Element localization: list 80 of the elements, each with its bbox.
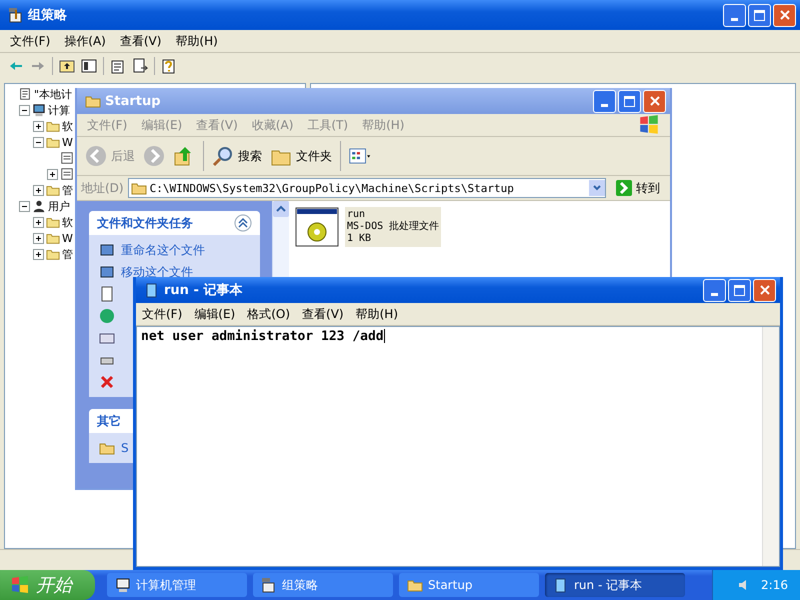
tree-item[interactable]: 管 <box>62 182 73 198</box>
folder-icon <box>46 231 60 245</box>
tree-item[interactable]: "本地计 <box>34 86 72 102</box>
tree-item[interactable]: W <box>62 232 73 244</box>
menu-item[interactable]: 编辑(E) <box>194 306 236 322</box>
taskbar-button[interactable]: 组策略 <box>253 573 393 597</box>
folder-icon <box>46 247 60 261</box>
window-title: Startup <box>105 94 161 108</box>
search-button[interactable]: 搜索 <box>212 145 262 167</box>
folder-icon <box>46 119 60 133</box>
expand-toggle[interactable] <box>33 232 44 244</box>
go-button[interactable]: 转到 <box>610 180 666 196</box>
file-info[interactable]: run MS-DOS 批处理文件 1 KB <box>345 207 442 247</box>
close-icon <box>650 96 660 106</box>
maximize-button[interactable] <box>728 278 751 302</box>
delete-icon <box>99 374 115 390</box>
address-field[interactable]: C:\WINDOWS\System32\GroupPolicy\Machine\Scripts\Startup <box>128 178 606 198</box>
panel-title: 其它 <box>97 412 121 430</box>
export-list-icon[interactable] <box>132 58 148 74</box>
address-label: 地址(D) <box>81 180 124 196</box>
expand-toggle[interactable] <box>19 104 30 116</box>
expand-toggle[interactable] <box>33 248 44 260</box>
expand-toggle[interactable] <box>19 200 30 212</box>
panel-title: 文件和文件夹任务 <box>97 214 193 232</box>
tree-item[interactable]: 用户 <box>48 198 70 214</box>
close-button[interactable] <box>753 278 776 302</box>
search-icon <box>212 145 234 167</box>
folder-up-icon[interactable] <box>59 58 75 74</box>
close-button[interactable] <box>773 4 796 26</box>
folder-icon <box>46 215 60 229</box>
taskbar-button[interactable]: Startup <box>399 573 539 597</box>
task-link[interactable]: 重命名这个文件 <box>121 242 205 258</box>
expand-toggle[interactable] <box>33 216 44 228</box>
computer-icon <box>115 577 131 593</box>
menu-item[interactable]: 帮助(H) <box>175 32 218 50</box>
folders-button[interactable]: 文件夹 <box>270 145 332 167</box>
minimize-button[interactable] <box>723 4 746 26</box>
menu-item[interactable]: 文件(F) <box>10 32 50 50</box>
scrollbar[interactable] <box>762 327 779 566</box>
help-icon[interactable] <box>161 58 177 74</box>
tree-item[interactable]: 计算 <box>48 102 70 118</box>
document-icon <box>60 151 74 165</box>
expand-toggle[interactable] <box>33 184 44 196</box>
place-link[interactable]: S <box>121 441 129 455</box>
tree-item[interactable]: 管 <box>62 246 73 262</box>
menu-item[interactable]: 文件(F) <box>142 306 182 322</box>
folder-icon <box>46 183 60 197</box>
window-title: run - 记事本 <box>164 282 242 299</box>
batch-file-icon <box>295 207 339 247</box>
tree-item[interactable]: W <box>62 136 73 148</box>
minimize-button[interactable] <box>703 278 726 302</box>
menu-item[interactable]: 操作(A) <box>64 32 106 50</box>
folder-icon <box>46 135 60 149</box>
tree-item[interactable]: 软 <box>62 118 73 134</box>
close-icon <box>780 10 790 20</box>
expand-toggle[interactable] <box>47 168 58 180</box>
close-icon <box>760 285 770 295</box>
task-icon <box>99 242 115 258</box>
task-icon <box>99 264 115 280</box>
collapse-icon[interactable] <box>234 214 252 232</box>
computer-icon <box>32 103 46 117</box>
menu-item[interactable]: 帮助(H) <box>356 306 398 322</box>
user-icon <box>32 199 46 213</box>
maximize-button[interactable] <box>748 4 771 26</box>
document-icon <box>60 167 74 181</box>
menu-item[interactable]: 查看(V) <box>302 306 344 322</box>
tree-item[interactable]: 软 <box>62 214 73 230</box>
menu-item[interactable]: 查看(V) <box>120 32 162 50</box>
taskbar-button[interactable]: run - 记事本 <box>545 573 685 597</box>
properties-icon[interactable] <box>110 58 126 74</box>
windows-logo-icon <box>638 114 660 136</box>
window-title: 组策略 <box>28 7 67 24</box>
windows-logo-icon <box>10 575 30 595</box>
taskbar-button[interactable]: 计算机管理 <box>107 573 247 597</box>
clock: 2:16 <box>761 578 788 592</box>
expand-toggle[interactable] <box>33 120 44 132</box>
pane-toggle-icon[interactable] <box>81 58 97 74</box>
expand-toggle[interactable] <box>33 136 44 148</box>
menu-item[interactable]: 格式(O) <box>247 306 290 322</box>
document-icon <box>99 286 115 302</box>
